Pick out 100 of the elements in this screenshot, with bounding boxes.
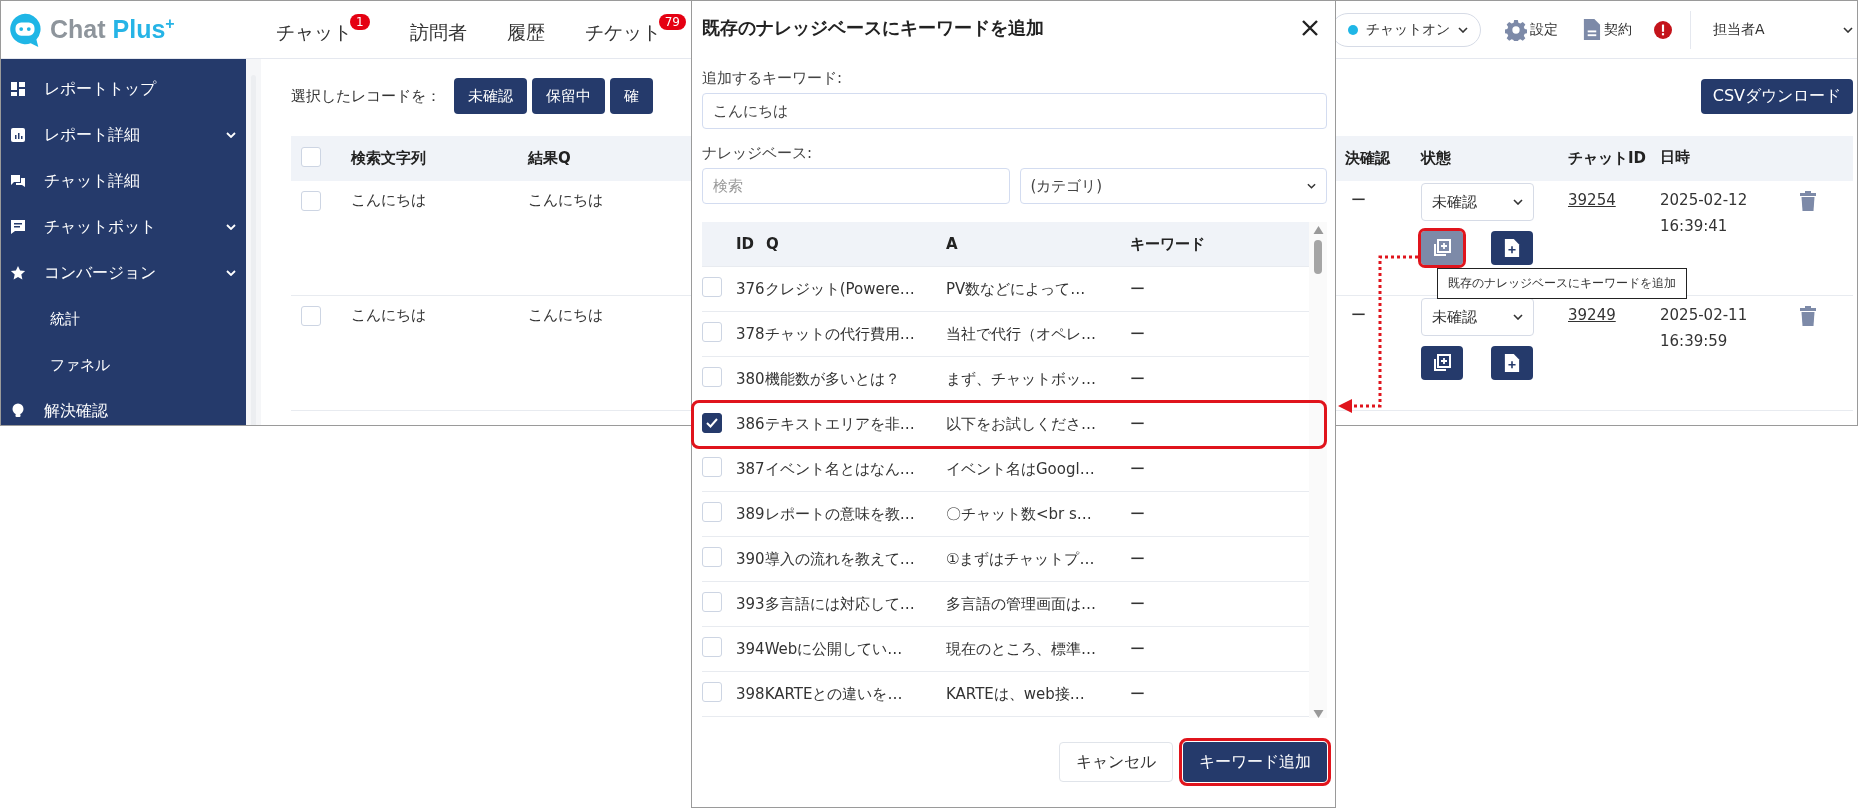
close-icon[interactable] <box>1301 19 1319 37</box>
status-dot <box>1348 24 1358 35</box>
chat-id-link[interactable]: 39249 <box>1568 306 1616 324</box>
keyword-cell: ー <box>1130 279 1145 298</box>
column-header: 状態 <box>1421 149 1451 167</box>
answer-cell: ①まずはチャットプ… <box>946 549 1095 568</box>
answer-cell: KARTEは、web接… <box>946 684 1085 703</box>
table-cell: こんにちは <box>351 306 426 324</box>
sidebar-item[interactable]: チャット詳細 <box>1 158 246 204</box>
new-document-button[interactable] <box>1491 231 1533 265</box>
dashboard-icon <box>10 81 26 97</box>
scrollbar[interactable] <box>1309 222 1327 718</box>
list-row[interactable]: 378チャットの代行費用… 当社で代行（オペレ… ー <box>702 312 1309 357</box>
question-cell: 394Webに公開してい… <box>736 639 903 658</box>
field-label: ナレッジベース: <box>702 144 813 162</box>
column-header: キーワード <box>1130 234 1205 253</box>
list-row[interactable]: 387イベント名とはなん… イベント名はGoogl… ー <box>702 447 1309 492</box>
sidebar-item[interactable]: 解決確認 <box>1 388 246 425</box>
list-row[interactable]: 394Webに公開してい… 現在のところ、標準… ー <box>702 627 1309 672</box>
search-field[interactable]: 検索 <box>702 168 1010 204</box>
scroll-down-icon[interactable] <box>1312 710 1324 718</box>
field-label: 追加するキーワード: <box>702 69 843 87</box>
document-icon <box>1582 18 1601 41</box>
question-cell: 387イベント名とはなん… <box>736 459 915 478</box>
tooltip: 既存のナレッジベースにキーワードを追加 <box>1437 268 1687 299</box>
stacked-plus-icon <box>1432 353 1452 373</box>
contract-link[interactable]: 契約 <box>1582 18 1632 41</box>
list-row[interactable]: 390導入の流れを教えて… ①まずはチャットプ… ー <box>702 537 1309 582</box>
table-cell: こんにちは <box>528 191 603 209</box>
csv-download-button[interactable]: CSVダウンロード <box>1700 78 1853 114</box>
star-icon <box>10 265 26 281</box>
table-cell: ー <box>1351 191 1366 209</box>
keyword-cell: ー <box>1130 459 1145 478</box>
answer-cell: イベント名はGoogl… <box>946 459 1095 478</box>
stacked-plus-icon <box>1432 238 1452 258</box>
trash-icon[interactable] <box>1800 191 1816 211</box>
nav-tab[interactable]: 履歴 <box>506 13 545 46</box>
keyword-field[interactable]: こんにちは <box>702 93 1327 129</box>
answer-cell: 現在のところ、標準… <box>946 639 1096 658</box>
sidebar-subitem[interactable]: ファネル <box>1 342 246 388</box>
scroll-up-icon[interactable] <box>1312 226 1324 234</box>
list-row[interactable]: 380機能数が多いとは？ まず、チャットボッ… ー <box>702 357 1309 402</box>
answer-cell: まず、チャットボッ… <box>946 369 1096 388</box>
caret-icon <box>1843 26 1853 33</box>
nav-tab[interactable]: 訪問者 <box>409 13 467 46</box>
item-checkbox[interactable] <box>702 413 722 433</box>
list-row[interactable]: 376クレジット(Powere… PV数などによって… ー <box>702 267 1309 312</box>
sidebar-item[interactable]: レポートトップ <box>1 66 246 112</box>
list-row[interactable]: 393多言語には対応して… 多言語の管理画面は… ー <box>702 582 1309 627</box>
table-cell: こんにちは <box>528 306 603 324</box>
question-cell: 398KARTEとの違いを… <box>736 684 903 703</box>
sidebar-item[interactable]: チャットボット <box>1 204 246 250</box>
sidebar-subitem[interactable]: 統計 <box>1 296 246 342</box>
document-plus-icon <box>1504 238 1520 258</box>
settings-link[interactable]: 設定 <box>1505 18 1558 41</box>
sidebar-item[interactable]: コンバージョン <box>1 250 246 296</box>
question-cell: 378チャットの代行費用… <box>736 324 915 343</box>
list-row[interactable]: 389レポートの意味を教… 〇チャット数<br s… ー <box>702 492 1309 537</box>
sidebar-item[interactable]: レポート詳細 <box>1 112 246 158</box>
column-header: 決確認 <box>1345 149 1390 167</box>
column-header: 検索文字列 <box>351 149 426 167</box>
add-to-knowledge-button[interactable] <box>1421 346 1463 380</box>
keyword-cell: ー <box>1130 324 1145 343</box>
list-row[interactable]: 398KARTEとの違いを… KARTEは、web接… ー <box>702 672 1309 717</box>
trash-icon[interactable] <box>1800 306 1816 326</box>
chat-bubbles-icon <box>10 173 26 189</box>
category-select[interactable]: (カテゴリ) <box>1019 168 1327 204</box>
row-checkbox[interactable] <box>301 306 321 326</box>
count-badge: 79 <box>658 13 686 30</box>
lightbulb-icon <box>10 403 26 419</box>
chevron-icon <box>226 224 236 230</box>
row-checkbox[interactable] <box>301 191 321 211</box>
alert-icon[interactable] <box>1654 20 1672 39</box>
chat-id-link[interactable]: 39254 <box>1568 191 1616 209</box>
cancel-button[interactable]: キャンセル <box>1059 742 1173 782</box>
column-header: Q <box>766 235 779 253</box>
status-button[interactable]: 確 <box>610 78 653 114</box>
new-document-button[interactable] <box>1491 346 1533 380</box>
bulk-action-label: 選択したレコードを： <box>291 86 441 106</box>
dialog-title: 既存のナレッジベースにキーワードを追加 <box>702 16 1044 40</box>
status-select[interactable]: 未確認 <box>1421 183 1534 221</box>
table-cell: こんにちは <box>351 191 426 209</box>
scrollbar-thumb[interactable] <box>1314 240 1322 274</box>
question-cell: 389レポートの意味を教… <box>736 504 915 523</box>
question-cell: 376クレジット(Powere… <box>736 279 915 298</box>
list-row[interactable]: 386テキストエリアを非… 以下をお試しくださ… ー <box>693 402 1325 447</box>
nav-tab[interactable]: チケット <box>584 13 661 46</box>
keyword-cell: ー <box>1130 414 1145 433</box>
user-dropdown[interactable]: 担当者A <box>1690 10 1857 49</box>
keyword-cell: ー <box>1130 504 1145 523</box>
status-button[interactable]: 保留中 <box>532 78 605 114</box>
date-cell-text: 2025-02-12 16:39:41 <box>1660 190 1749 237</box>
table-cell: ー <box>1351 306 1366 324</box>
answer-cell: 多言語の管理画面は… <box>946 594 1096 613</box>
select-all-checkbox[interactable] <box>301 146 321 167</box>
status-button[interactable]: 未確認 <box>454 78 527 114</box>
question-cell: 390導入の流れを教えて… <box>736 549 915 568</box>
nav-tab[interactable]: チャット <box>276 13 352 46</box>
settings-icon <box>1505 18 1527 41</box>
question-cell: 380機能数が多いとは？ <box>736 369 900 388</box>
